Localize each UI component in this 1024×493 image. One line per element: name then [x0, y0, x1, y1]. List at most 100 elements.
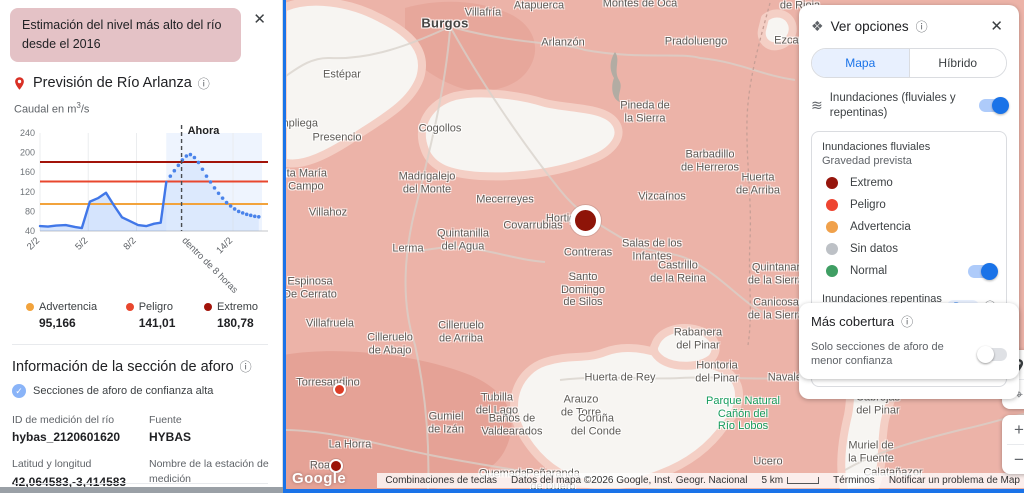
gauge-marker[interactable] [332, 382, 346, 396]
zoom-controls-card: + − [1002, 415, 1024, 474]
info-icon[interactable]: ⓘ [198, 75, 210, 92]
sidebar-scrollbar[interactable] [0, 487, 283, 493]
info-icon[interactable]: ⓘ [916, 18, 928, 35]
map-label: Quintanar de la Sierra [747, 261, 805, 286]
map-label: Villahoz [308, 206, 348, 219]
gauge-field: Fuente HYBAS [149, 413, 270, 444]
gauge-section-title: Información de la sección de aforo [12, 358, 234, 375]
close-panel-button[interactable]: ✕ [986, 15, 1007, 38]
legend-label: Advertencia [39, 301, 98, 314]
flood-hub-app: de Rioja Burgos Villafría Atapuerca Montes d… [0, 0, 1024, 493]
keyboard-shortcuts-link[interactable]: Combinaciones de teclas [385, 475, 497, 486]
severity-legend: Extremo Peligro Advertencia Sin datos Normal [822, 176, 998, 280]
map-label: La Horra [328, 438, 372, 451]
selected-gauge-marker[interactable] [569, 204, 601, 236]
gauge-field: ID de medición del río hybas_2120601620 [12, 413, 133, 444]
scale-label: 5 km [761, 475, 784, 486]
severity-dot [826, 176, 838, 189]
map-label: Rabanera del Pinar [673, 326, 723, 351]
svg-text:200: 200 [20, 148, 35, 158]
map-label: Canicosa de la Sierra [747, 296, 805, 321]
map-label: Huerta de Rey [584, 371, 656, 384]
info-icon[interactable]: ⓘ [901, 313, 913, 330]
alert-banner: Estimación del nivel más alto del río de… [10, 8, 242, 62]
normal-toggle[interactable] [968, 262, 998, 280]
terms-link[interactable]: Términos [833, 475, 875, 486]
coverage-card: Más cobertura ⓘ Solo secciones de aforo … [799, 303, 1019, 379]
map-label: Pradoluengo [664, 35, 728, 48]
threshold-legend: Advertencia 95,166 Peligro 141,01 Extremo 180… [10, 267, 270, 330]
map-label: Quintanilla del Agua [437, 227, 489, 252]
map-label: Lerma [392, 242, 424, 255]
svg-text:Ahora: Ahora [188, 125, 221, 137]
svg-text:8/2: 8/2 [122, 235, 139, 252]
report-problem-link[interactable]: Notificar un problema de Map [889, 475, 1020, 486]
severity-label: Normal [850, 265, 888, 278]
map-scale: 5 km [761, 475, 820, 486]
discharge-chart: 40 80 120 160 200 240 Ahora 2/2 5/2 8/2 dentro de … [10, 117, 270, 296]
map-label: Madrigalejo del Monte [398, 170, 456, 195]
map-focus-border-left [283, 0, 286, 493]
map-label: Cilleruelo de Abajo [367, 331, 413, 356]
map-label: Ucero [753, 455, 783, 468]
legend-dot [125, 303, 134, 312]
field-value: hybas_2120601620 [12, 430, 121, 445]
map-label: Villafría [464, 6, 502, 19]
tab-híbrido[interactable]: Híbrido [908, 49, 1006, 77]
map-label: Castrillo de la Reina [650, 259, 706, 284]
svg-text:5/2: 5/2 [73, 235, 90, 252]
toggle-knob [981, 262, 998, 280]
map-label: Coruña del Conde [570, 412, 622, 437]
severity-label: Sin datos [850, 242, 898, 255]
waves-icon: ≋ [811, 97, 823, 114]
severity-row: Normal [822, 262, 998, 280]
close-banner-button[interactable]: ✕ [249, 8, 270, 31]
master-toggle-label: Inundaciones (fluviales y repentinas) [829, 92, 956, 119]
severity-row: Extremo [822, 176, 996, 189]
chart-svg: 4080120160200240 Ahora2/2 5/2 8/2 dentro de … [20, 125, 268, 296]
severity-dot [826, 220, 838, 233]
map-label: Arlanzón [541, 36, 585, 49]
svg-text:120: 120 [20, 187, 35, 197]
svg-text:160: 160 [20, 167, 35, 177]
severity-dot [826, 198, 838, 211]
legend-item: Peligro 141,01 [125, 301, 176, 330]
map-label: Contreras [563, 246, 613, 259]
tab-mapa[interactable]: Mapa [812, 49, 909, 77]
legend-item: Extremo 180,78 [204, 301, 258, 330]
floods-toggle[interactable] [979, 97, 1009, 115]
map-label: Presencio [312, 131, 362, 144]
forecast-sidebar: Estimación del nivel más alto del río de… [0, 0, 283, 493]
field-value: HYBAS [149, 430, 192, 445]
divider [12, 344, 268, 346]
google-logo: Google [292, 470, 347, 487]
confidence-label: Secciones de aforo de confianza alta [33, 385, 214, 398]
map-label: Pineda de la Sierra [620, 99, 670, 124]
map-label: Montes de Oca [602, 0, 678, 10]
map-label: Mecerreyes [476, 193, 534, 206]
legend-item: Advertencia 95,166 [26, 301, 97, 330]
svg-text:40: 40 [25, 226, 35, 236]
map-label: Santo Domingo de Silos [560, 271, 606, 309]
legend-dot [204, 303, 213, 312]
severity-dot [826, 265, 838, 278]
legend-label-row: Peligro [125, 301, 176, 313]
page-title: Previsión de Río Arlanza [33, 75, 192, 91]
severity-label: Extremo [850, 176, 893, 189]
red-pin-icon [15, 76, 24, 90]
field-label: Latitud y longitud [12, 458, 92, 471]
field-label: Fuente [149, 414, 182, 427]
zoom-in-button[interactable]: + [1002, 415, 1024, 444]
map-focus-border-bottom [283, 489, 1024, 493]
coverage-toggle[interactable] [977, 345, 1007, 363]
zoom-out-button[interactable]: − [1002, 445, 1024, 474]
map-label: Estépar [323, 68, 361, 81]
panel-header: ❖ Ver opciones ⓘ ✕ [811, 15, 1007, 38]
info-icon[interactable]: ⓘ [240, 358, 252, 375]
severity-row: Peligro [822, 198, 996, 211]
map-type-tabs: Mapa Híbrido [811, 48, 1007, 78]
svg-text:240: 240 [20, 128, 35, 138]
legend-label: Extremo [217, 301, 258, 314]
chart-unit-label: Caudal en m3/s [14, 100, 90, 116]
svg-text:2/2: 2/2 [25, 235, 42, 252]
